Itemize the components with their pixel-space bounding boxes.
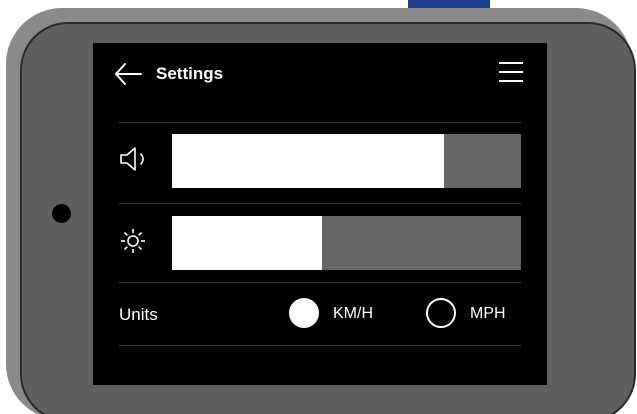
radio-kmh[interactable] (289, 298, 319, 328)
settings-screen: Settings Units KM/H MPH (93, 43, 547, 385)
units-row: Units KM/H MPH (119, 298, 521, 329)
radio-mph[interactable] (426, 298, 456, 328)
brightness-row (119, 216, 521, 270)
radio-label-kmh: KM/H (333, 305, 373, 322)
page-title: Settings (156, 64, 224, 83)
arrow-left-icon (115, 63, 142, 85)
header-bar: Settings (113, 59, 523, 89)
brightness-icon-wrap (119, 226, 153, 260)
volume-row (119, 134, 521, 188)
device-stage: Settings Units KM/H MPH (0, 0, 637, 414)
back-button[interactable] (113, 61, 143, 87)
units-option-kmh[interactable]: KM/H (289, 298, 389, 332)
brightness-slider-fill (172, 216, 323, 270)
volume-icon-wrap (119, 144, 153, 178)
volume-slider-fill (172, 134, 445, 188)
radio-label-mph: MPH (470, 305, 506, 322)
brightness-slider[interactable] (172, 216, 521, 270)
units-label: Units (119, 305, 158, 324)
divider (119, 282, 521, 283)
divider (119, 122, 521, 123)
speaker-icon (120, 147, 144, 171)
menu-button[interactable] (497, 59, 525, 87)
hamburger-menu-icon (499, 62, 523, 82)
sun-icon (121, 229, 145, 253)
divider (119, 203, 521, 204)
camera-dot (52, 204, 71, 223)
volume-slider[interactable] (172, 134, 521, 188)
divider (119, 345, 521, 346)
units-option-mph[interactable]: MPH (426, 298, 526, 332)
